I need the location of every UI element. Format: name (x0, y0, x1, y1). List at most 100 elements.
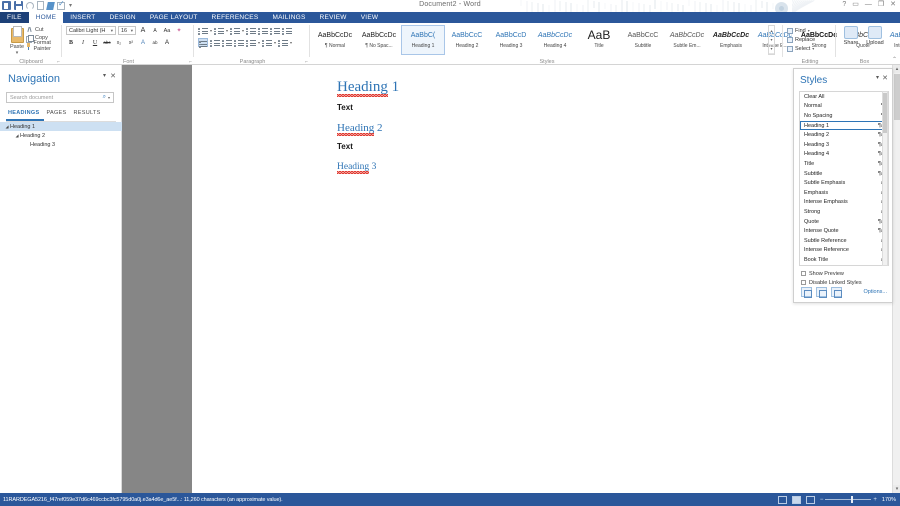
navigation-pane-close-icon[interactable]: ✕ (110, 72, 116, 80)
paste-button[interactable]: Paste ▾ (6, 26, 28, 56)
align-right-button[interactable] (222, 38, 232, 47)
styles-pane-item-intense-emphasis[interactable]: Intense Emphasisa (800, 198, 888, 208)
restore-icon[interactable]: ❐ (878, 1, 884, 9)
styles-pane-close-icon[interactable]: ✕ (882, 74, 888, 82)
styles-pane-scroll-thumb[interactable] (883, 93, 887, 133)
style-gallery-item-heading-4[interactable]: AaBbCcDcHeading 4 (533, 25, 577, 55)
search-icon[interactable]: ⌕ (103, 94, 106, 101)
clear-formatting-icon[interactable]: ✦ (174, 26, 184, 35)
styles-pane-item-heading-4[interactable]: Heading 4¶a (800, 150, 888, 160)
document-page[interactable]: Heading 1TextHeading 2TextHeading 3 (192, 65, 895, 493)
styles-gallery-scroll-down-icon[interactable]: ▾ (769, 35, 774, 44)
font-name-combo[interactable]: Calibri Light (H ▾ (66, 26, 116, 35)
styles-pane-item-heading-3[interactable]: Heading 3¶a (800, 140, 888, 150)
styles-pane-item-subtitle[interactable]: Subtitle¶a (800, 169, 888, 179)
document-heading-h2[interactable]: Heading 2 (337, 122, 399, 135)
misspelled-word[interactable]: Heading (337, 161, 369, 173)
ribbon-tab-design[interactable]: DESIGN (102, 12, 142, 23)
styles-pane-item-intense-reference[interactable]: Intense Referencea (800, 246, 888, 256)
minimize-icon[interactable]: — (865, 1, 872, 9)
navigation-tab-headings[interactable]: HEADINGS (6, 107, 44, 121)
navigation-heading-heading-1[interactable]: ◢Heading 1 (0, 122, 122, 131)
styles-pane-item-title[interactable]: Title¶a (800, 159, 888, 169)
zoom-level[interactable]: 170% (882, 497, 896, 503)
styles-pane-menu-caret-icon[interactable]: ▾ (876, 74, 879, 81)
scroll-up-icon[interactable]: ▴ (893, 65, 900, 73)
checkbox-show-preview[interactable]: Show Preview (801, 269, 862, 278)
style-gallery-item-title[interactable]: AaBTitle (577, 25, 621, 55)
navigation-tab-results[interactable]: RESULTS (71, 107, 105, 121)
share-button[interactable]: Share (840, 26, 862, 46)
styles-pane-item-intense-quote[interactable]: Intense Quote¶a (800, 226, 888, 236)
style-gallery-item-heading-1[interactable]: AaBbC(Heading 1 (401, 25, 445, 55)
styles-pane-item-no-spacing[interactable]: No Spacing¶ (800, 111, 888, 121)
ribbon-tab-mailings[interactable]: MAILINGS (265, 12, 312, 23)
shrink-font-icon[interactable]: A (150, 26, 160, 35)
zoom-thumb[interactable] (851, 496, 853, 503)
styles-pane-scrollbar[interactable] (882, 91, 888, 266)
select-caret-icon[interactable]: ▾ (812, 46, 814, 51)
style-gallery-item-subtle-em[interactable]: AaBbCcDcSubtle Em... (665, 25, 709, 55)
new-style-button[interactable] (801, 287, 812, 297)
styles-pane-item-emphasis[interactable]: Emphasisa (800, 188, 888, 198)
justify-button[interactable] (234, 38, 244, 47)
ribbon-tab-insert[interactable]: INSERT (63, 12, 102, 23)
scrollbar-thumb[interactable] (894, 74, 900, 120)
zoom-slider[interactable]: − + (820, 497, 877, 503)
numbering-button[interactable] (214, 26, 224, 35)
navigation-heading-heading-2[interactable]: ◢Heading 2 (0, 131, 122, 140)
ribbon-tab-page-layout[interactable]: PAGE LAYOUT (143, 12, 205, 23)
paste-caret-icon[interactable]: ▾ (6, 50, 28, 56)
read-mode-icon[interactable] (778, 496, 787, 504)
numbering-caret-icon[interactable]: ▾ (226, 28, 228, 33)
zoom-in-icon[interactable]: + (873, 497, 877, 503)
shading-caret-icon[interactable]: ▾ (274, 40, 276, 45)
styles-pane-item-subtle-reference[interactable]: Subtle Referencea (800, 236, 888, 246)
checkbox-box[interactable] (801, 280, 806, 285)
find-button[interactable]: Find▾ (787, 26, 815, 35)
increase-indent-button[interactable] (258, 26, 268, 35)
styles-pane-item-book-title[interactable]: Book Titlea (800, 255, 888, 265)
navigation-heading-heading-3[interactable]: Heading 3 (0, 140, 122, 149)
line-spacing-button[interactable] (246, 38, 256, 47)
web-layout-icon[interactable] (806, 496, 815, 504)
align-center-button[interactable] (210, 38, 220, 47)
subscript-button[interactable]: x₂ (114, 38, 124, 47)
upload-button[interactable]: Upload (864, 26, 886, 46)
ribbon-tab-file[interactable]: FILE (0, 12, 29, 23)
style-gallery-item-heading-3[interactable]: AaBbCcDHeading 3 (489, 25, 533, 55)
find-caret-icon[interactable]: ▾ (808, 28, 810, 33)
collapse-ribbon-icon[interactable]: ⌃ (892, 56, 897, 63)
superscript-button[interactable]: x² (126, 38, 136, 47)
styles-pane-item-normal[interactable]: Normal¶ (800, 102, 888, 112)
replace-button[interactable]: Replace (787, 35, 815, 44)
zoom-track[interactable] (825, 499, 871, 500)
document-heading-h1[interactable]: Heading 1 (337, 79, 399, 96)
search-input[interactable]: Search document ⌕ ▾ (6, 92, 114, 103)
styles-pane-item-subtle-emphasis[interactable]: Subtle Emphasisa (800, 178, 888, 188)
close-icon[interactable]: ✕ (890, 1, 896, 9)
styles-pane-item-strong[interactable]: Stronga (800, 207, 888, 217)
styles-gallery-scroll-up-icon[interactable]: ▴ (769, 26, 774, 35)
ribbon-tab-view[interactable]: VIEW (354, 12, 386, 23)
styles-gallery-scrollbar[interactable]: ▴ ▾ ▾ (768, 25, 775, 55)
text-highlight-color-icon[interactable]: ab (150, 38, 160, 47)
grow-font-icon[interactable]: A (138, 26, 148, 35)
select-button[interactable]: Select▾ (787, 44, 815, 53)
bullets-button[interactable] (198, 26, 208, 35)
style-gallery-item-no-spac[interactable]: AaBbCcDc¶ No Spac... (357, 25, 401, 55)
shading-button[interactable] (262, 38, 272, 47)
style-gallery-item-subtitle[interactable]: AaBbCcCSubtitle (621, 25, 665, 55)
styles-pane-options-link[interactable]: Options... (863, 289, 887, 295)
borders-button[interactable] (278, 38, 288, 47)
styles-gallery-more-icon[interactable]: ▾ (769, 45, 774, 54)
style-gallery-item-heading-2[interactable]: AaBbCcCHeading 2 (445, 25, 489, 55)
format-painter-button[interactable]: Format Painter (26, 42, 62, 50)
document-content[interactable]: Heading 1TextHeading 2TextHeading 3 (337, 79, 399, 179)
misspelled-word[interactable]: Heading (337, 79, 388, 96)
document-paragraph[interactable]: Text (337, 141, 399, 152)
style-gallery-item-normal[interactable]: AaBbCcDc¶ Normal (313, 25, 357, 55)
document-vertical-scrollbar[interactable]: ▴ ▾ (892, 65, 900, 493)
styles-pane-item-clear-all[interactable]: Clear All (800, 92, 888, 102)
style-gallery-item-emphasis[interactable]: AaBbCcDcEmphasis (709, 25, 753, 55)
